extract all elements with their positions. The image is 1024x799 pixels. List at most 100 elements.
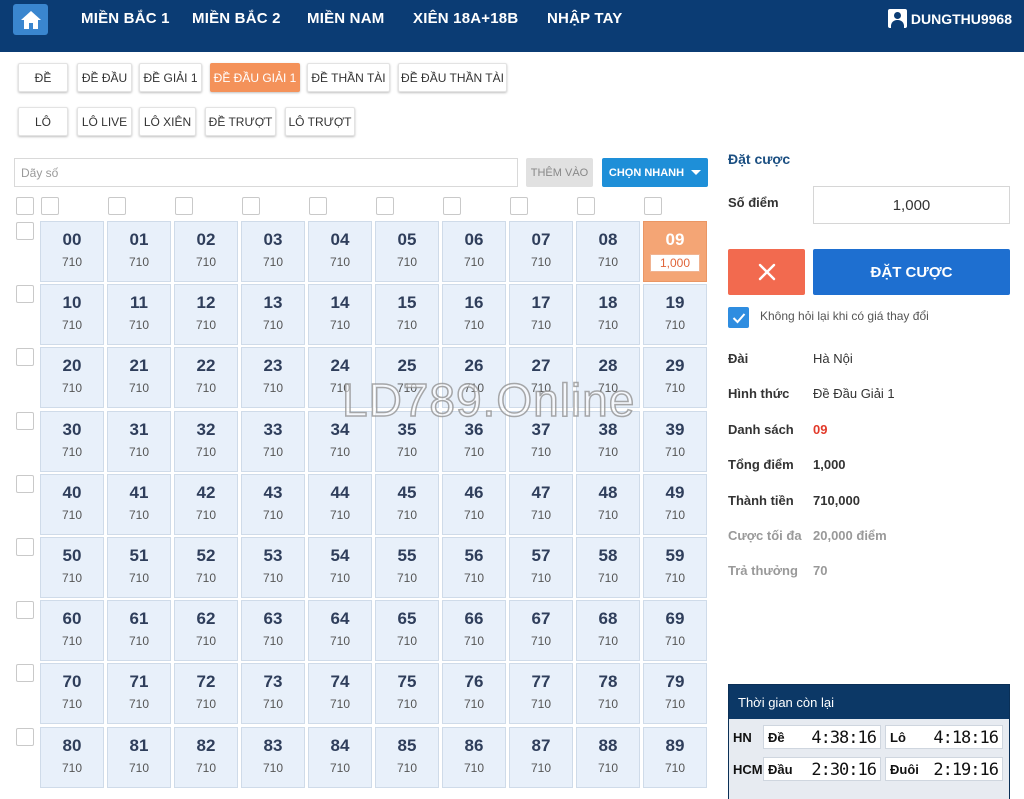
number-cell[interactable]: 42 710	[174, 474, 238, 535]
number-cell[interactable]: 00 710	[40, 221, 104, 282]
number-cell[interactable]: 32 710	[174, 411, 238, 472]
number-cell[interactable]: 69 710	[643, 600, 707, 661]
number-cell[interactable]: 82 710	[174, 727, 238, 788]
number-cell[interactable]: 56 710	[442, 537, 506, 598]
number-cell[interactable]: 83 710	[241, 727, 305, 788]
tab-lo-truot[interactable]: LÔ TRƯỢT	[285, 107, 355, 136]
number-cell[interactable]: 15 710	[375, 284, 439, 345]
nav-nhap-tay[interactable]: NHẬP TAY	[547, 10, 623, 27]
number-cell[interactable]: 73 710	[241, 663, 305, 724]
column-checkbox[interactable]	[376, 197, 394, 215]
row-checkbox[interactable]	[16, 538, 34, 556]
number-cell[interactable]: 16 710	[442, 284, 506, 345]
number-cell[interactable]: 57 710	[509, 537, 573, 598]
number-cell[interactable]: 13 710	[241, 284, 305, 345]
number-cell[interactable]: 51 710	[107, 537, 171, 598]
number-cell[interactable]: 33 710	[241, 411, 305, 472]
number-cell[interactable]: 77 710	[509, 663, 573, 724]
number-cell[interactable]: 44 710	[308, 474, 372, 535]
number-cell[interactable]: 86 710	[442, 727, 506, 788]
number-cell[interactable]: 09 1,000	[643, 221, 707, 282]
number-cell[interactable]: 36 710	[442, 411, 506, 472]
number-cell[interactable]: 49 710	[643, 474, 707, 535]
number-cell[interactable]: 58 710	[576, 537, 640, 598]
number-cell[interactable]: 74 710	[308, 663, 372, 724]
tab-de[interactable]: ĐỀ	[18, 63, 68, 92]
nav-mien-bac-2[interactable]: MIỀN BẮC 2	[192, 10, 281, 27]
number-cell[interactable]: 14 710	[308, 284, 372, 345]
quick-select-button[interactable]: CHỌN NHANH	[602, 158, 708, 187]
number-cell[interactable]: 18 710	[576, 284, 640, 345]
number-cell[interactable]: 25 710	[375, 347, 439, 408]
row-checkbox[interactable]	[16, 728, 34, 746]
column-checkbox[interactable]	[41, 197, 59, 215]
number-cell[interactable]: 68 710	[576, 600, 640, 661]
nav-mien-nam[interactable]: MIỀN NAM	[307, 10, 384, 27]
number-cell[interactable]: 45 710	[375, 474, 439, 535]
place-bet-button[interactable]: ĐẶT CƯỢC	[813, 249, 1010, 295]
number-cell[interactable]: 08 710	[576, 221, 640, 282]
number-cell[interactable]: 46 710	[442, 474, 506, 535]
column-checkbox[interactable]	[242, 197, 260, 215]
number-cell[interactable]: 87 710	[509, 727, 573, 788]
number-cell[interactable]: 03 710	[241, 221, 305, 282]
number-cell[interactable]: 38 710	[576, 411, 640, 472]
tab-lo-live[interactable]: LÔ LIVE	[77, 107, 132, 136]
number-cell[interactable]: 48 710	[576, 474, 640, 535]
number-cell[interactable]: 31 710	[107, 411, 171, 472]
cancel-button[interactable]	[728, 249, 805, 295]
number-cell[interactable]: 06 710	[442, 221, 506, 282]
nav-xien[interactable]: XIÊN 18A+18B	[413, 10, 518, 27]
number-cell[interactable]: 59 710	[643, 537, 707, 598]
row-checkbox[interactable]	[16, 601, 34, 619]
number-cell[interactable]: 71 710	[107, 663, 171, 724]
number-cell[interactable]: 84 710	[308, 727, 372, 788]
number-cell[interactable]: 17 710	[509, 284, 573, 345]
nav-mien-bac-1[interactable]: MIỀN BẮC 1	[81, 10, 170, 27]
number-cell[interactable]: 41 710	[107, 474, 171, 535]
number-cell[interactable]: 66 710	[442, 600, 506, 661]
number-cell[interactable]: 60 710	[40, 600, 104, 661]
number-cell[interactable]: 50 710	[40, 537, 104, 598]
column-checkbox[interactable]	[443, 197, 461, 215]
tab-lo[interactable]: LÔ	[18, 107, 68, 136]
number-cell[interactable]: 12 710	[174, 284, 238, 345]
number-cell[interactable]: 21 710	[107, 347, 171, 408]
number-cell[interactable]: 80 710	[40, 727, 104, 788]
number-cell[interactable]: 63 710	[241, 600, 305, 661]
number-cell[interactable]: 75 710	[375, 663, 439, 724]
row-checkbox[interactable]	[16, 348, 34, 366]
points-input[interactable]	[813, 186, 1010, 224]
column-checkbox[interactable]	[309, 197, 327, 215]
number-cell[interactable]: 01 710	[107, 221, 171, 282]
number-cell[interactable]: 62 710	[174, 600, 238, 661]
number-cell[interactable]: 40 710	[40, 474, 104, 535]
number-cell[interactable]: 39 710	[643, 411, 707, 472]
select-all-checkbox[interactable]	[16, 197, 34, 215]
tab-de-truot[interactable]: ĐỀ TRƯỢT	[205, 107, 276, 136]
number-cell[interactable]: 43 710	[241, 474, 305, 535]
number-cell[interactable]: 89 710	[643, 727, 707, 788]
number-cell[interactable]: 37 710	[509, 411, 573, 472]
tab-de-dau[interactable]: ĐỀ ĐẦU	[77, 63, 132, 92]
number-cell[interactable]: 24 710	[308, 347, 372, 408]
number-cell[interactable]: 34 710	[308, 411, 372, 472]
number-cell[interactable]: 04 710	[308, 221, 372, 282]
row-checkbox[interactable]	[16, 222, 34, 240]
column-checkbox[interactable]	[510, 197, 528, 215]
column-checkbox[interactable]	[577, 197, 595, 215]
number-cell[interactable]: 27 710	[509, 347, 573, 408]
number-cell[interactable]: 78 710	[576, 663, 640, 724]
tab-lo-xien[interactable]: LÔ XIÊN	[139, 107, 196, 136]
number-cell[interactable]: 67 710	[509, 600, 573, 661]
number-cell[interactable]: 22 710	[174, 347, 238, 408]
tab-de-dau-giai-1[interactable]: ĐỀ ĐẦU GIẢI 1	[210, 63, 300, 92]
number-cell[interactable]: 35 710	[375, 411, 439, 472]
tab-de-than-tai[interactable]: ĐỀ THẦN TÀI	[307, 63, 390, 92]
number-cell[interactable]: 10 710	[40, 284, 104, 345]
number-cell[interactable]: 55 710	[375, 537, 439, 598]
number-sequence-input[interactable]	[14, 158, 518, 187]
number-cell[interactable]: 61 710	[107, 600, 171, 661]
number-cell[interactable]: 07 710	[509, 221, 573, 282]
row-checkbox[interactable]	[16, 412, 34, 430]
